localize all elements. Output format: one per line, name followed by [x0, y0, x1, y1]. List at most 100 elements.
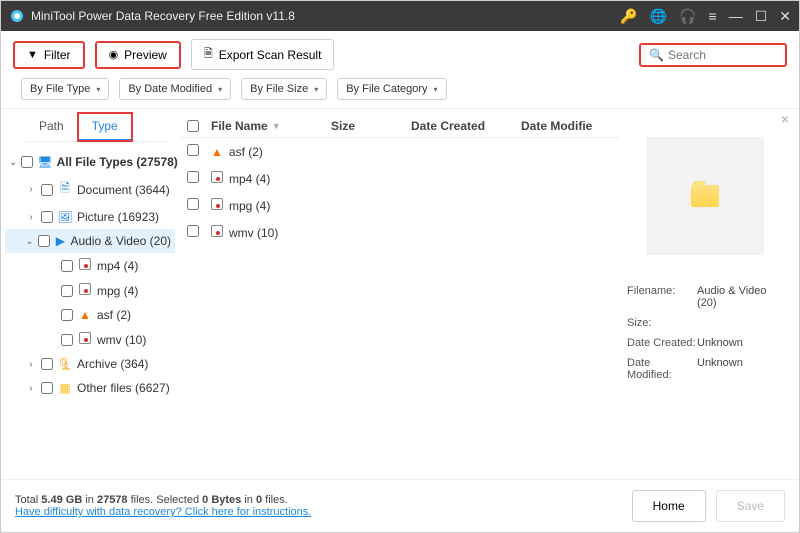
close-icon[interactable]: ✕ — [779, 8, 791, 25]
video-icon: ▶ — [54, 234, 66, 248]
by-date-modified-dropdown[interactable]: By Date Modified ▾ — [119, 78, 231, 100]
tree-checkbox[interactable] — [38, 235, 50, 247]
tree-checkbox[interactable] — [61, 260, 73, 272]
preview-pane: × Filename: Audio & Video (20) Size: Dat… — [619, 109, 799, 479]
tree-checkbox[interactable] — [41, 184, 53, 196]
tree-label: mpg (4) — [97, 284, 138, 298]
col-header-name[interactable]: File Name ▼ — [211, 119, 331, 133]
tree-checkbox[interactable] — [61, 285, 73, 297]
chevron-down-icon: ▾ — [218, 85, 222, 94]
expand-icon[interactable]: › — [25, 184, 37, 195]
selected-bytes: 0 Bytes — [202, 494, 241, 506]
tree-node-document[interactable]: › 🗎 Document (3644) — [5, 174, 175, 205]
home-button[interactable]: Home — [632, 490, 706, 522]
tree-label: Picture (16923) — [77, 210, 159, 224]
tree-checkbox[interactable] — [41, 358, 53, 370]
save-button[interactable]: Save — [716, 490, 785, 522]
tree-label: Audio & Video (20) — [70, 234, 171, 248]
globe-icon[interactable]: 🌐 — [650, 8, 667, 25]
tree-node-all[interactable]: ⌄ 🖥 All File Types (27578) — [5, 150, 175, 174]
select-all-checkbox[interactable] — [187, 120, 199, 132]
filter-button[interactable]: ▼ Filter — [13, 41, 85, 69]
tree-node-audio-video[interactable]: ⌄ ▶ Audio & Video (20) — [5, 229, 175, 253]
tree-checkbox[interactable] — [21, 156, 33, 168]
row-filename: mpg (4) — [229, 199, 270, 213]
row-filename: mp4 (4) — [229, 172, 270, 186]
chevron-down-icon: ▾ — [434, 85, 438, 94]
collapse-icon[interactable]: ⌄ — [9, 157, 17, 168]
tree-label: mp4 (4) — [97, 259, 138, 273]
by-file-category-dropdown[interactable]: By File Category ▾ — [337, 78, 446, 100]
list-item[interactable]: mpg (4) — [179, 192, 619, 219]
tab-path[interactable]: Path — [25, 113, 78, 141]
search-box[interactable]: 🔍 — [639, 43, 787, 67]
headset-icon[interactable]: 🎧 — [679, 8, 696, 25]
list-item[interactable]: wmv (10) — [179, 219, 619, 246]
chevron-down-icon: ▾ — [96, 85, 100, 94]
tree-label: Other files (6627) — [77, 381, 170, 395]
row-filename: wmv (10) — [229, 226, 278, 240]
by-file-category-label: By File Category — [346, 83, 427, 95]
expand-icon[interactable]: › — [25, 383, 37, 394]
col-header-created[interactable]: Date Created — [411, 119, 521, 133]
meta-filename-value: Audio & Video (20) — [697, 285, 783, 309]
tree-checkbox[interactable] — [41, 211, 53, 223]
meta-size-value — [697, 317, 783, 329]
expand-icon[interactable]: › — [25, 359, 37, 370]
row-checkbox[interactable] — [187, 198, 199, 210]
menu-icon[interactable]: ≡ — [709, 8, 717, 24]
collapse-icon[interactable]: ⌄ — [25, 236, 34, 247]
search-icon: 🔍 — [649, 48, 664, 62]
list-item[interactable]: mp4 (4) — [179, 165, 619, 192]
row-checkbox[interactable] — [187, 171, 199, 183]
mp4-icon — [77, 258, 93, 273]
meta-modified-key: Date Modified: — [627, 357, 697, 381]
tree-node-wmv[interactable]: wmv (10) — [5, 327, 175, 352]
preview-thumbnail — [646, 137, 764, 255]
vlc-icon: ▲ — [77, 308, 93, 322]
tree-checkbox[interactable] — [41, 382, 53, 394]
by-file-type-dropdown[interactable]: By File Type ▾ — [21, 78, 109, 100]
file-type-tree: ⌄ 🖥 All File Types (27578) › 🗎 Document … — [1, 148, 179, 402]
footer-info: Total 5.49 GB in 27578 files. Selected 0… — [15, 494, 311, 518]
meta-created-value: Unknown — [697, 337, 783, 349]
main-area: Path Type ⌄ 🖥 All File Types (27578) › 🗎… — [1, 108, 799, 479]
maximize-icon[interactable]: ☐ — [755, 8, 768, 25]
tree-checkbox[interactable] — [61, 309, 73, 321]
export-button[interactable]: 🗎 Export Scan Result — [191, 39, 335, 70]
list-item[interactable]: ▲asf (2) — [179, 138, 619, 165]
expand-icon[interactable]: › — [25, 212, 37, 223]
funnel-icon: ▼ — [27, 49, 38, 61]
by-file-size-dropdown[interactable]: By File Size▾ — [241, 78, 327, 100]
toolbar: ▼ Filter ◉ Preview 🗎 Export Scan Result … — [1, 31, 799, 78]
tree-node-mp4[interactable]: mp4 (4) — [5, 253, 175, 278]
tree-node-asf[interactable]: ▲ asf (2) — [5, 303, 175, 327]
tree-node-archive[interactable]: › 🗜 Archive (364) — [5, 352, 175, 376]
by-file-type-label: By File Type — [30, 83, 90, 95]
preview-button[interactable]: ◉ Preview — [95, 41, 181, 69]
preview-close-icon[interactable]: × — [781, 111, 789, 127]
export-icon: 🗎 — [204, 45, 213, 64]
tree-label: asf (2) — [97, 308, 131, 322]
key-icon[interactable]: 🔑 — [620, 8, 637, 25]
minimize-icon[interactable]: — — [729, 8, 743, 24]
picture-icon: 🖼 — [57, 210, 73, 224]
search-input[interactable] — [668, 48, 777, 62]
export-button-label: Export Scan Result — [219, 48, 322, 62]
by-date-modified-label: By Date Modified — [128, 83, 212, 95]
file-list-header: File Name ▼ Size Date Created Date Modif… — [179, 115, 619, 138]
col-header-size[interactable]: Size — [331, 119, 411, 133]
tree-node-mpg[interactable]: mpg (4) — [5, 278, 175, 303]
help-link[interactable]: Have difficulty with data recovery? Clic… — [15, 506, 311, 518]
col-header-modified[interactable]: Date Modifie — [521, 119, 611, 133]
app-logo-icon — [9, 8, 25, 24]
col-header-name-label: File Name — [211, 119, 268, 133]
tree-checkbox[interactable] — [61, 334, 73, 346]
row-checkbox[interactable] — [187, 144, 199, 156]
filter-bar: By File Type ▾ By Date Modified ▾ By File … — [1, 78, 799, 108]
tab-type[interactable]: Type — [78, 113, 132, 141]
tree-node-other[interactable]: › ▦ Other files (6627) — [5, 376, 175, 400]
tree-node-picture[interactable]: › 🖼 Picture (16923) — [5, 205, 175, 229]
tree-label: Archive (364) — [77, 357, 148, 371]
row-checkbox[interactable] — [187, 225, 199, 237]
